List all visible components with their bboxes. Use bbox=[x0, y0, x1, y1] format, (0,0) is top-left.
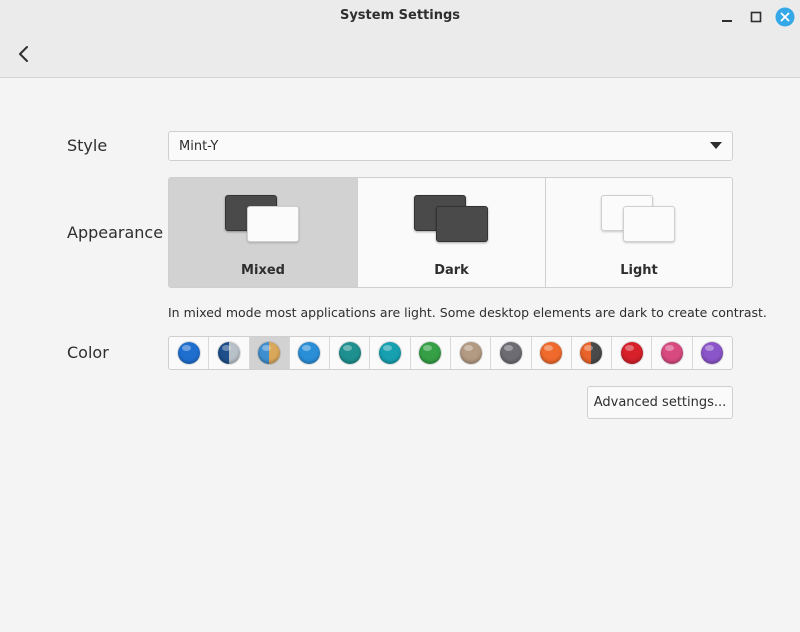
color-swatch[interactable] bbox=[290, 337, 331, 369]
style-label: Style bbox=[67, 136, 108, 155]
style-dropdown[interactable]: Mint-Y bbox=[168, 131, 733, 161]
color-dot-icon bbox=[258, 342, 281, 364]
style-dropdown-value: Mint-Y bbox=[179, 139, 219, 154]
appearance-option-light[interactable]: Light bbox=[546, 178, 732, 287]
color-selector bbox=[168, 336, 733, 370]
appearance-label: Appearance bbox=[67, 223, 164, 242]
color-swatch[interactable] bbox=[532, 337, 572, 369]
back-button[interactable] bbox=[12, 42, 36, 66]
color-swatch[interactable] bbox=[572, 337, 613, 369]
close-icon bbox=[775, 7, 795, 27]
appearance-option-label: Light bbox=[620, 263, 658, 278]
dark-preview-icon bbox=[413, 195, 490, 245]
color-dot-icon bbox=[580, 342, 603, 364]
color-label: Color bbox=[67, 343, 109, 362]
color-dot-icon bbox=[620, 342, 643, 364]
appearance-option-dark[interactable]: Dark bbox=[358, 178, 546, 287]
color-dot-icon bbox=[499, 342, 522, 364]
window-title: System Settings bbox=[339, 8, 461, 23]
color-dot-icon bbox=[419, 342, 442, 364]
appearance-selector: Mixed Dark Light bbox=[168, 177, 733, 288]
color-dot-icon bbox=[459, 342, 482, 364]
color-dot-icon bbox=[338, 342, 361, 364]
mixed-preview-icon bbox=[225, 195, 301, 245]
color-swatch[interactable] bbox=[169, 337, 210, 369]
color-swatch[interactable] bbox=[652, 337, 693, 369]
color-dot-icon bbox=[217, 342, 240, 364]
color-swatch[interactable] bbox=[491, 337, 532, 369]
minimize-button[interactable] bbox=[716, 6, 738, 28]
color-swatch[interactable] bbox=[612, 337, 653, 369]
color-dot-icon bbox=[298, 342, 321, 364]
color-swatch[interactable] bbox=[209, 337, 250, 369]
appearance-option-label: Mixed bbox=[241, 263, 285, 278]
close-button[interactable] bbox=[774, 6, 796, 28]
appearance-option-mixed[interactable]: Mixed bbox=[169, 178, 358, 287]
maximize-icon bbox=[750, 11, 762, 23]
color-dot-icon bbox=[540, 342, 563, 364]
color-swatch[interactable] bbox=[330, 337, 371, 369]
light-preview-icon bbox=[601, 195, 677, 245]
advanced-settings-button[interactable]: Advanced settings... bbox=[587, 386, 733, 419]
color-swatch[interactable] bbox=[370, 337, 411, 369]
color-dot-icon bbox=[379, 342, 402, 364]
titlebar: System Settings bbox=[0, 0, 800, 78]
triangle-down-icon bbox=[710, 142, 722, 149]
color-swatch[interactable] bbox=[693, 337, 732, 369]
maximize-button[interactable] bbox=[745, 6, 767, 28]
appearance-option-label: Dark bbox=[434, 263, 469, 278]
minimize-icon bbox=[722, 20, 732, 22]
color-swatch[interactable] bbox=[411, 337, 451, 369]
color-dot-icon bbox=[177, 342, 200, 364]
appearance-description: In mixed mode most applications are ligh… bbox=[168, 305, 767, 320]
color-dot-icon bbox=[701, 342, 724, 364]
color-swatch[interactable] bbox=[451, 337, 492, 369]
color-dot-icon bbox=[661, 342, 684, 364]
color-swatch[interactable] bbox=[249, 337, 290, 369]
back-arrow-icon bbox=[19, 46, 28, 62]
